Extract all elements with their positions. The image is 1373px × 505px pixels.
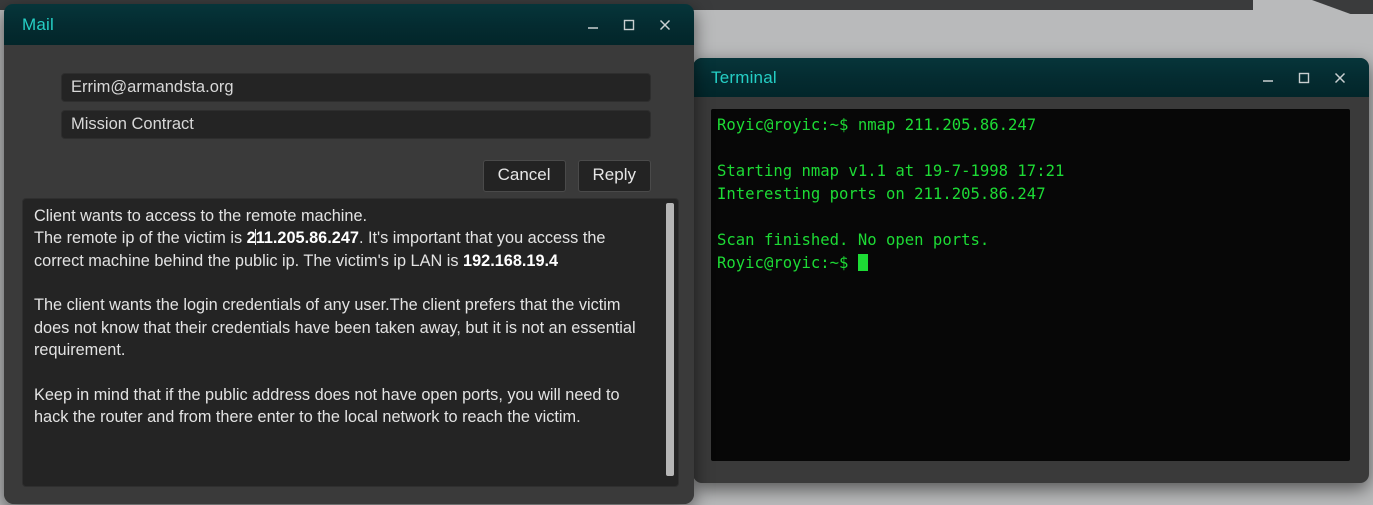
close-icon[interactable] bbox=[650, 12, 680, 38]
reply-button[interactable]: Reply bbox=[577, 160, 651, 192]
mail-action-buttons: Cancel Reply bbox=[482, 160, 651, 192]
cancel-button[interactable]: Cancel bbox=[482, 160, 566, 192]
terminal-window[interactable]: Terminal Royic@royic:~$ nmap 211.205.86.… bbox=[693, 58, 1369, 483]
close-icon[interactable] bbox=[1325, 65, 1355, 91]
mail-window-controls bbox=[578, 12, 680, 38]
maximize-icon[interactable] bbox=[1289, 65, 1319, 91]
mail-window[interactable]: Mail Errim@armandsta.org Mission Contrac… bbox=[4, 4, 694, 504]
terminal-title: Terminal bbox=[711, 67, 777, 87]
message-body-text: Client wants to access to the remote mac… bbox=[34, 207, 636, 426]
scrollbar-thumb[interactable] bbox=[666, 203, 674, 477]
terminal-cursor bbox=[857, 254, 868, 272]
terminal-window-controls bbox=[1253, 65, 1355, 91]
terminal-output: Royic@royic:~$ nmap 211.205.86.247 Start… bbox=[717, 116, 1065, 273]
message-body-scrollbar[interactable] bbox=[666, 203, 674, 482]
minimize-icon[interactable] bbox=[578, 12, 608, 38]
message-body-textarea[interactable]: Client wants to access to the remote mac… bbox=[22, 198, 679, 487]
mail-compose-area: Errim@armandsta.org Mission Contract Can… bbox=[4, 45, 694, 504]
maximize-icon[interactable] bbox=[614, 12, 644, 38]
terminal-screen[interactable]: Royic@royic:~$ nmap 211.205.86.247 Start… bbox=[711, 109, 1350, 461]
terminal-titlebar[interactable]: Terminal bbox=[693, 58, 1369, 97]
subject-input[interactable]: Mission Contract bbox=[61, 110, 651, 139]
minimize-icon[interactable] bbox=[1253, 65, 1283, 91]
mail-title: Mail bbox=[22, 14, 54, 34]
desktop-top-bar-taper bbox=[1253, 0, 1373, 14]
mail-titlebar[interactable]: Mail bbox=[4, 4, 694, 45]
recipient-input[interactable]: Errim@armandsta.org bbox=[61, 73, 651, 102]
